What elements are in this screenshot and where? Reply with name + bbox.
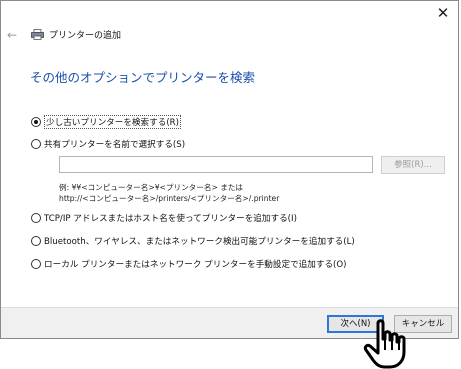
printer-icon: [31, 29, 44, 40]
example-line-1: 例: ¥¥<コンピューター名>¥<プリンター名> または: [59, 183, 244, 192]
option-select-shared-printer[interactable]: 共有プリンターを名前で選択する(S): [31, 138, 185, 150]
window-title: プリンターの追加: [49, 31, 122, 41]
browse-button[interactable]: 参照(R)...: [381, 156, 445, 174]
back-arrow-icon[interactable]: ←: [7, 28, 17, 42]
option-local-manual[interactable]: ローカル プリンターまたはネットワーク プリンターを手動設定で追加する(O): [31, 258, 347, 270]
option-tcp-ip[interactable]: TCP/IP アドレスまたはホスト名を使ってプリンターを追加する(I): [31, 212, 297, 224]
hand-cursor-icon: [363, 319, 406, 369]
close-icon[interactable]: ✕: [434, 4, 452, 22]
radio-button[interactable]: [31, 213, 41, 223]
radio-button[interactable]: [31, 236, 41, 246]
option-label: Bluetooth、ワイヤレス、またはネットワーク検出可能プリンターを追加する(…: [44, 237, 355, 247]
option-bluetooth-wireless[interactable]: Bluetooth、ワイヤレス、またはネットワーク検出可能プリンターを追加する(…: [31, 235, 355, 247]
add-printer-dialog: ✕ ← プリンターの追加 その他のオプションでプリンターを検索 少し古いプリンタ…: [0, 0, 459, 339]
shared-printer-name-input[interactable]: [59, 156, 373, 173]
option-label: 少し古いプリンターを検索する(R): [44, 115, 181, 129]
option-label: ローカル プリンターまたはネットワーク プリンターを手動設定で追加する(O): [44, 260, 347, 270]
radio-button[interactable]: [31, 259, 41, 269]
option-label: TCP/IP アドレスまたはホスト名を使ってプリンターを追加する(I): [44, 214, 297, 224]
example-text: 例: ¥¥<コンピューター名>¥<プリンター名> または http://<コンピ…: [59, 182, 279, 204]
example-line-2: http://<コンピューター名>/printers/<プリンター名>/.pri…: [59, 194, 280, 203]
radio-button[interactable]: [31, 139, 41, 149]
option-label: 共有プリンターを名前で選択する(S): [44, 140, 186, 150]
option-search-older-printer[interactable]: 少し古いプリンターを検索する(R): [31, 115, 181, 129]
radio-button[interactable]: [31, 117, 41, 127]
page-heading: その他のオプションでプリンターを検索: [30, 70, 256, 85]
